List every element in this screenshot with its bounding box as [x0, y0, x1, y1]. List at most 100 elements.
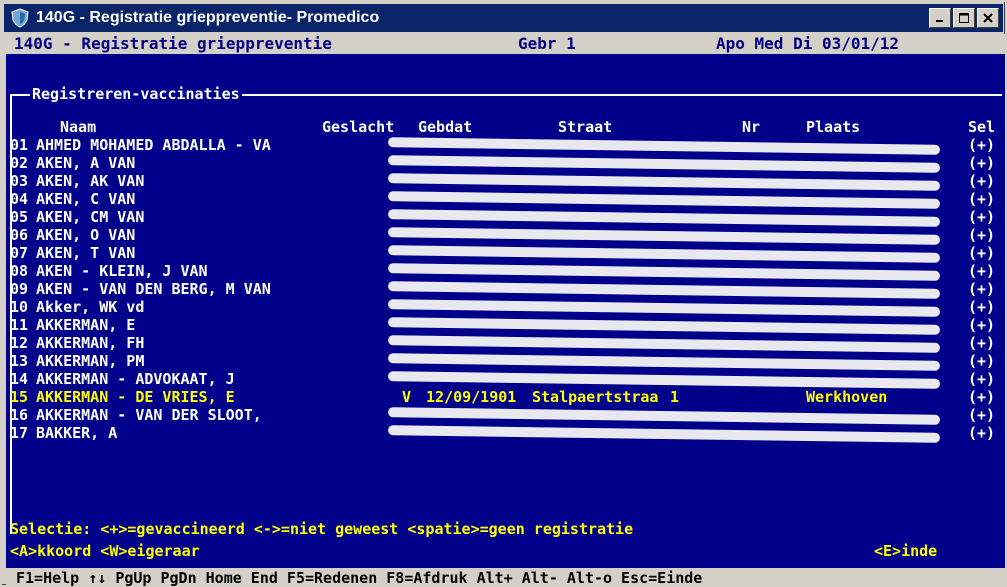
- redaction-mark: [387, 137, 941, 155]
- table-row[interactable]: 16 AKKERMAN - VAN DER SLOOT, (+): [6, 406, 1005, 425]
- date-indicator: Apo Med Di 03/01/12: [716, 34, 900, 53]
- patient-name: AKKERMAN, E: [36, 316, 136, 334]
- close-button[interactable]: [977, 8, 999, 28]
- terminal-area[interactable]: 140G - Registratie griepprevent​ie Gebr …: [6, 34, 1005, 587]
- table-row[interactable]: 17 BAKKER, A (+): [6, 424, 1005, 443]
- redaction-mark: [387, 353, 941, 371]
- row-number: 06: [10, 226, 29, 244]
- maximize-button[interactable]: [953, 8, 975, 28]
- redaction-mark: [387, 245, 941, 263]
- akkoord-weigeraar-hint[interactable]: <A>kkoord <W>eigeraar: [10, 542, 200, 560]
- selection-status[interactable]: (+): [968, 154, 995, 172]
- table-row[interactable]: 11 AKKERMAN, E (+): [6, 316, 1005, 335]
- table-row[interactable]: 12 AKKERMAN, FH (+): [6, 334, 1005, 353]
- selection-status[interactable]: (+): [968, 370, 995, 388]
- selection-status[interactable]: (+): [968, 352, 995, 370]
- selection-status[interactable]: (+): [968, 226, 995, 244]
- row-number: 13: [10, 352, 29, 370]
- minimize-button[interactable]: [929, 8, 951, 28]
- patient-name: AKEN, CM VAN: [36, 208, 145, 226]
- row-number: 15: [10, 388, 29, 406]
- patient-name: AKEN, C VAN: [36, 190, 136, 208]
- patient-name: AKEN, A VAN: [36, 154, 136, 172]
- selection-status[interactable]: (+): [968, 316, 995, 334]
- einde-hint[interactable]: <E>inde: [874, 542, 937, 560]
- table-row[interactable]: 03 AKEN, AK VAN (+): [6, 172, 1005, 191]
- window-title: 140G - Registratie griepprevent​ie- Prom…: [36, 9, 380, 26]
- screen-title: 140G - Registratie griepprevent​ie: [14, 34, 332, 53]
- redaction-mark: [387, 173, 941, 191]
- redaction-mark: [387, 227, 941, 245]
- row-number: 02: [10, 154, 29, 172]
- table-row[interactable]: 06 AKEN, O VAN (+): [6, 226, 1005, 245]
- selection-status[interactable]: (+): [968, 298, 995, 316]
- selection-status[interactable]: (+): [968, 190, 995, 208]
- patient-name: AKEN, O VAN: [36, 226, 136, 244]
- selection-status[interactable]: (+): [968, 136, 995, 154]
- table-row[interactable]: 02 AKEN, A VAN (+): [6, 154, 1005, 173]
- table-row[interactable]: 04 AKEN, C VAN (+): [6, 190, 1005, 209]
- redaction-mark: [387, 407, 941, 425]
- patient-street: Stalpaertstraa: [532, 388, 659, 406]
- title-bar: 140G - Registratie griepprevent​ie- Prom…: [4, 4, 1003, 32]
- patient-birthdate: 12/09/1901: [426, 388, 517, 406]
- table-row[interactable]: 07 AKEN, T VAN (+): [6, 244, 1005, 263]
- row-number: 08: [10, 262, 29, 280]
- user-indicator: Gebr 1: [518, 34, 576, 53]
- row-number: 16: [10, 406, 29, 424]
- patient-name: AKEN - VAN DEN BERG, M VAN: [36, 280, 271, 298]
- selection-status[interactable]: (+): [968, 424, 995, 442]
- column-header-gebdat: Gebdat: [418, 118, 473, 136]
- patient-name: AHMED MOHAMED ABDALLA - VA: [36, 136, 271, 154]
- redaction-mark: [387, 155, 941, 173]
- maximize-icon: [959, 13, 969, 23]
- redaction-mark: [387, 263, 941, 281]
- function-key-legend[interactable]: F1=Help ↑↓ PgUp PgDn Home End F5=Redenen…: [6, 569, 702, 587]
- column-header-geslacht: Geslacht: [322, 118, 395, 136]
- patient-name: AKKERMAN, FH: [36, 334, 145, 352]
- selection-status[interactable]: (+): [968, 334, 995, 352]
- selection-status[interactable]: (+): [968, 406, 995, 424]
- patient-name: Akker, WK vd: [36, 298, 145, 316]
- redaction-mark: [387, 335, 941, 353]
- table-row[interactable]: 09 AKEN - VAN DEN BERG, M VAN (+): [6, 280, 1005, 299]
- table-row[interactable]: 01 AHMED MOHAMED ABDALLA - VA (+): [6, 136, 1005, 155]
- table-row[interactable]: 14 AKKERMAN - ADVOKAAT, J (+): [6, 370, 1005, 389]
- table-row[interactable]: 08 AKEN - KLEIN, J VAN (+): [6, 262, 1005, 281]
- table-row[interactable]: 10 Akker, WK vd (+): [6, 298, 1005, 317]
- function-key-bar: F1=Help ↑↓ PgUp PgDn Home End F5=Redenen…: [6, 568, 1005, 587]
- row-number: 17: [10, 424, 29, 442]
- row-number: 01: [10, 136, 29, 154]
- selection-status[interactable]: (+): [968, 262, 995, 280]
- table-row[interactable]: 05 AKEN, CM VAN (+): [6, 208, 1005, 227]
- selection-status[interactable]: (+): [968, 172, 995, 190]
- selection-status[interactable]: (+): [968, 208, 995, 226]
- redaction-mark: [387, 371, 941, 389]
- row-number: 05: [10, 208, 29, 226]
- table-row-selected[interactable]: 15 AKKERMAN - DE VRIES, E V 12/09/1901 S…: [6, 388, 1005, 406]
- patient-name: AKKERMAN - ADVOKAAT, J: [36, 370, 235, 388]
- row-number: 09: [10, 280, 29, 298]
- patient-name: AKEN, T VAN: [36, 244, 136, 262]
- row-number: 14: [10, 370, 29, 388]
- redaction-mark: [387, 299, 941, 317]
- redaction-mark: [387, 425, 941, 443]
- table-row[interactable]: 13 AKKERMAN, PM (+): [6, 352, 1005, 371]
- patient-name: AKKERMAN - VAN DER SLOOT,: [36, 406, 262, 424]
- patient-name: AKEN, AK VAN: [36, 172, 145, 190]
- patient-name: AKEN - KLEIN, J VAN: [36, 262, 208, 280]
- redaction-mark: [387, 191, 941, 209]
- patient-name: AKKERMAN - DE VRIES, E: [36, 388, 235, 406]
- column-header-nr: Nr: [742, 118, 761, 136]
- column-header-sel: Sel: [968, 118, 996, 136]
- selection-status[interactable]: (+): [968, 388, 995, 406]
- row-number: 07: [10, 244, 29, 262]
- row-number: 10: [10, 298, 29, 316]
- selection-status[interactable]: (+): [968, 244, 995, 262]
- patient-house-number: 1: [670, 388, 680, 406]
- selection-status[interactable]: (+): [968, 280, 995, 298]
- row-number: 03: [10, 172, 29, 190]
- column-header-naam: Naam: [60, 118, 97, 136]
- row-number: 12: [10, 334, 29, 352]
- row-number: 04: [10, 190, 29, 208]
